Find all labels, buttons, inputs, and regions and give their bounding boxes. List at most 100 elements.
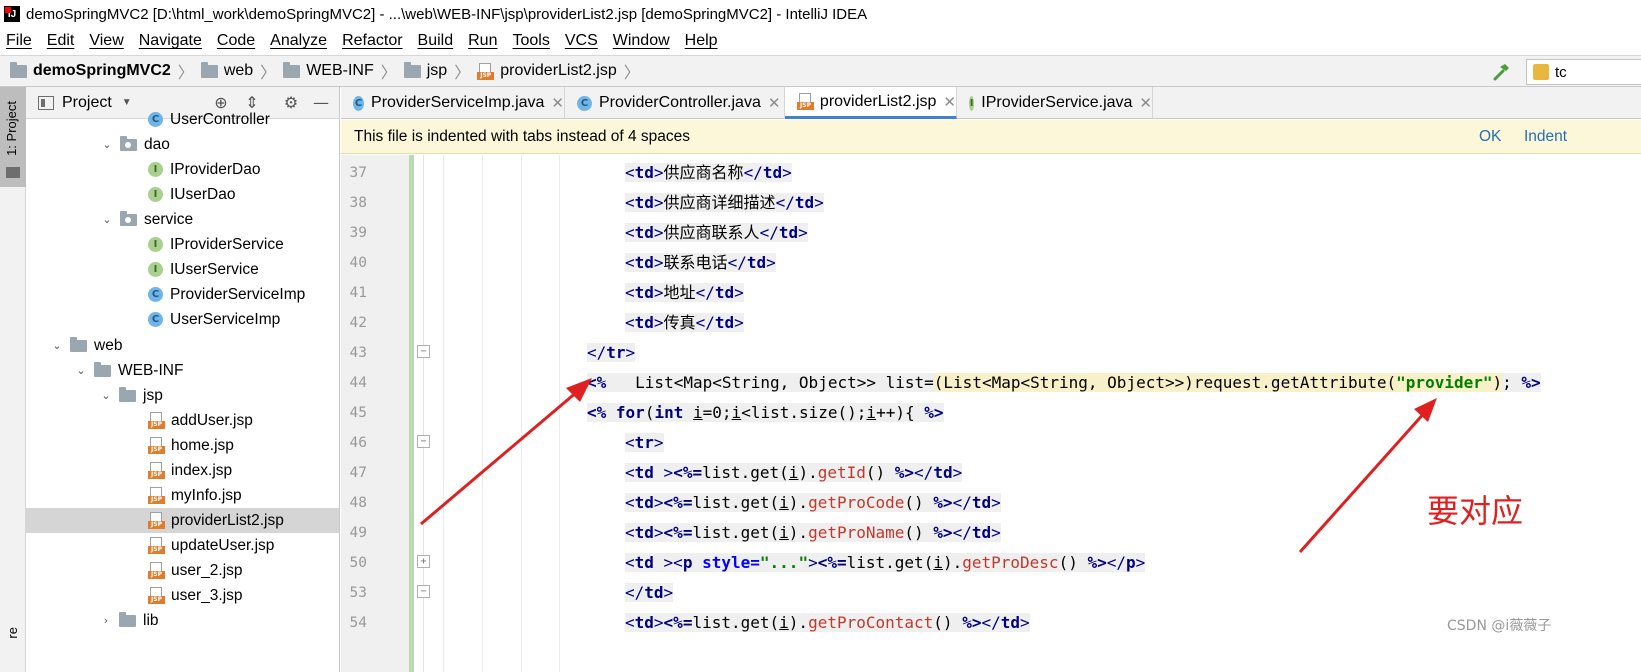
tab-iprovider-service[interactable]: I IProviderService.java ✕ [957, 87, 1153, 119]
menu-vcs[interactable]: VCS [565, 32, 598, 50]
tree-item-label: web [94, 336, 123, 354]
tree-item[interactable]: I IUserDao [26, 182, 339, 207]
tree-item-label: addUser.jsp [171, 411, 253, 429]
banner-ok-link[interactable]: OK [1479, 128, 1501, 146]
tree-item-label: IProviderDao [170, 160, 261, 178]
line-number: 53 [349, 585, 367, 601]
run-configuration-select[interactable]: tc [1526, 59, 1641, 85]
menu-tools[interactable]: Tools [512, 32, 549, 50]
tree-item[interactable]: I IProviderDao [26, 157, 339, 182]
fold-marker-icon[interactable]: − [417, 435, 430, 448]
tab-label: providerList2.jsp [819, 92, 937, 110]
breadcrumb-item-project[interactable]: demoSpringMVC2 [10, 61, 171, 80]
menu-edit[interactable]: Edit [47, 32, 75, 50]
tree-item[interactable]: JSP addUser.jsp [26, 408, 339, 433]
tree-item-label: UserServiceImp [170, 310, 281, 328]
jsp-file-icon: JSP [148, 462, 165, 479]
fold-marker-icon[interactable]: + [417, 555, 430, 568]
indent-guide [482, 155, 483, 672]
chevron-right-icon[interactable]: › [99, 614, 113, 627]
line-number: 39 [349, 225, 367, 241]
menu-build[interactable]: Build [418, 32, 454, 50]
chevron-down-icon[interactable]: ⌄ [100, 138, 114, 151]
breadcrumb-label: WEB-INF [306, 62, 374, 79]
breadcrumb-item-jsp[interactable]: jsp [403, 61, 448, 80]
tab-provider-list2-jsp[interactable]: JSP providerList2.jsp ✕ [785, 87, 957, 119]
jsp-file-icon: JSP [477, 62, 495, 80]
tree-item[interactable]: ⌄ WEB-INF [26, 358, 339, 383]
code-line: <td ><p style="..."><%=list.get(i).getPr… [625, 553, 1146, 572]
left-tool-stripe: 1: Project re [0, 87, 26, 672]
tree-item[interactable]: JSP home.jsp [26, 433, 339, 458]
tree-item-label: IUserService [170, 260, 259, 278]
fold-marker-icon[interactable]: − [417, 345, 430, 358]
tree-item[interactable]: JSP user_3.jsp [26, 583, 339, 608]
build-hammer-icon[interactable] [1492, 62, 1512, 82]
code-line: <td><%=list.get(i).getProName() %></td> [625, 523, 1001, 542]
breadcrumb-item-web-inf[interactable]: WEB-INF [283, 61, 374, 80]
tree-item[interactable]: ⌄ service [26, 207, 339, 232]
close-icon[interactable]: ✕ [551, 94, 564, 112]
breadcrumb: demoSpringMVC2 〉 web 〉 WEB-INF 〉 jsp 〉 J… [0, 55, 1641, 87]
class-icon: C [148, 287, 163, 302]
tree-item[interactable]: I IUserService [26, 257, 339, 282]
menu-refactor[interactable]: Refactor [342, 32, 402, 50]
tree-item[interactable]: JSP myInfo.jsp [26, 483, 339, 508]
line-number: 48 [349, 495, 367, 511]
tree-item[interactable]: C ProviderServiceImp [26, 282, 339, 307]
breadcrumb-item-web[interactable]: web [200, 61, 253, 80]
project-tool-window-button[interactable]: 1: Project [0, 87, 26, 187]
menu-view[interactable]: View [89, 32, 123, 50]
tomcat-icon [1533, 64, 1549, 80]
tree-item[interactable]: ⌄ dao [26, 132, 339, 157]
tab-provider-controller[interactable]: C ProviderController.java ✕ [565, 87, 785, 119]
chevron-down-icon[interactable]: ⌄ [50, 339, 64, 352]
indent-notification-banner: This file is indented with tabs instead … [341, 120, 1641, 154]
line-number: 41 [349, 285, 367, 301]
code-line: <td>供应商联系人</td> [625, 223, 808, 242]
class-icon: C [148, 312, 163, 327]
menu-window[interactable]: Window [613, 32, 670, 50]
jsp-file-icon: JSP [797, 93, 814, 110]
menu-navigate[interactable]: Navigate [139, 32, 202, 50]
menu-code[interactable]: Code [217, 32, 255, 50]
tree-item[interactable]: JSP user_2.jsp [26, 558, 339, 583]
tree-item[interactable]: ⌄ jsp [26, 383, 339, 408]
close-icon[interactable]: ✕ [1139, 94, 1152, 112]
tree-item[interactable]: C UserServiceImp [26, 307, 339, 332]
chevron-down-icon[interactable]: ⌄ [100, 213, 114, 226]
fold-marker-icon[interactable]: − [417, 585, 430, 598]
menu-help[interactable]: Help [685, 32, 718, 50]
folder-icon [119, 386, 136, 402]
jsp-file-icon: JSP [148, 537, 165, 554]
tree-item[interactable]: ⌄ web [26, 333, 339, 358]
tab-label: ProviderServiceImp.java [371, 94, 545, 111]
tree-item[interactable]: › lib [26, 608, 339, 633]
chevron-down-icon[interactable]: ⌄ [99, 389, 113, 402]
code-editor[interactable]: 37 38 39 40 41 42 43 44 45 46 47 48 49 5… [341, 155, 1641, 672]
tree-item[interactable]: JSP index.jsp [26, 458, 339, 483]
code-line: </tr> [587, 343, 636, 362]
tab-provider-service-imp[interactable]: C ProviderServiceImp.java ✕ [341, 87, 565, 119]
tree-item[interactable]: C UserController [26, 107, 339, 132]
breadcrumb-item-file[interactable]: JSP providerList2.jsp [477, 62, 617, 80]
line-number: 46 [349, 435, 367, 451]
chevron-down-icon[interactable]: ⌄ [74, 364, 88, 377]
menu-analyze[interactable]: Analyze [270, 32, 327, 50]
interface-icon: I [969, 95, 975, 111]
menu-file[interactable]: File [6, 32, 32, 50]
banner-indent-link[interactable]: Indent [1524, 128, 1567, 146]
close-icon[interactable]: ✕ [768, 94, 781, 112]
code-line: <td ><%=list.get(i).getId() %></td> [625, 463, 963, 482]
tree-item[interactable]: I IProviderService [26, 232, 339, 257]
tree-item-selected[interactable]: JSP providerList2.jsp [26, 508, 339, 533]
indent-guide [521, 155, 522, 672]
structure-tool-label[interactable]: re [5, 627, 20, 639]
folder-icon [403, 61, 421, 78]
folder-icon [70, 336, 87, 352]
breadcrumb-label: jsp [426, 62, 448, 79]
tree-item[interactable]: JSP updateUser.jsp [26, 533, 339, 558]
menu-run[interactable]: Run [468, 32, 497, 50]
close-icon[interactable]: ✕ [943, 93, 956, 111]
tree-item-label: home.jsp [171, 436, 234, 454]
